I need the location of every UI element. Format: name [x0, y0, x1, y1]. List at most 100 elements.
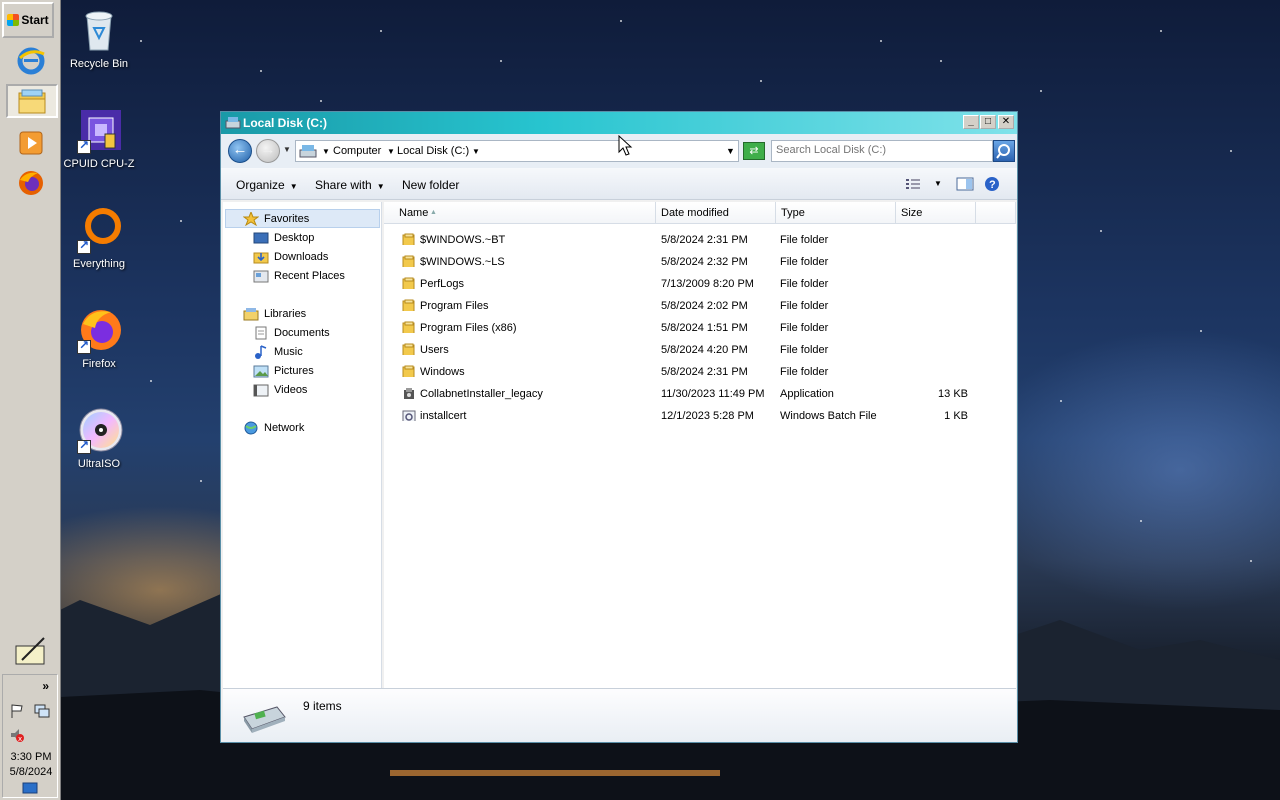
details-pane: 9 items — [223, 688, 1016, 742]
breadcrumb-local-disk[interactable]: Local Disk (C:) — [397, 145, 469, 157]
file-row[interactable]: Program Files (x86) 5/8/2024 1:51 PM File … — [384, 318, 1016, 340]
window-title: Local Disk (C:) — [243, 116, 328, 130]
breadcrumb-computer[interactable]: Computer — [333, 145, 381, 157]
taskbar-pen-tool[interactable] — [14, 634, 48, 668]
maximize-button[interactable]: □ — [980, 115, 996, 129]
navigation-pane: Favorites Desktop Downloads Recent Place… — [223, 202, 382, 688]
file-size: 1 KB — [944, 410, 968, 422]
file-type: File folder — [780, 256, 829, 268]
breadcrumb-chevron-icon[interactable]: ▼ — [387, 147, 395, 156]
column-header-row: Name ▲ Date modified Type Size — [384, 202, 1016, 224]
column-header-name[interactable]: Name ▲ — [384, 202, 656, 224]
refresh-button[interactable]: ⇄ — [743, 142, 765, 160]
search-box[interactable] — [771, 140, 993, 162]
minimize-button[interactable]: _ — [963, 115, 979, 129]
taskbar-media-player[interactable] — [14, 126, 48, 160]
nav-item-recent-places[interactable]: Recent Places — [253, 267, 345, 285]
file-row[interactable]: $WINDOWS.~BT 5/8/2024 2:31 PM File folder — [384, 230, 1016, 252]
action-center-flag-icon[interactable] — [9, 703, 25, 719]
dropdown-arrow-icon: ▼ — [376, 182, 385, 191]
help-icon[interactable]: ? — [984, 176, 1000, 192]
file-row[interactable]: $WINDOWS.~LS 5/8/2024 2:32 PM File folder — [384, 252, 1016, 274]
nav-item-downloads[interactable]: Downloads — [253, 248, 328, 266]
new-folder-button[interactable]: New folder — [402, 178, 459, 192]
nav-label: Libraries — [264, 308, 307, 320]
item-count: 9 items — [303, 699, 342, 713]
star-icon — [243, 212, 259, 226]
organize-button[interactable]: Organize ▼ — [236, 178, 298, 192]
nav-item-music[interactable]: Music — [253, 343, 303, 361]
desktop-icon-everything[interactable]: Everything — [60, 206, 138, 270]
nav-label: Favorites — [264, 213, 310, 225]
column-header-size[interactable]: Size — [896, 202, 976, 224]
nav-item-favorites[interactable]: Favorites — [243, 210, 309, 228]
file-type: Windows Batch File — [780, 410, 877, 422]
back-button[interactable]: ← — [228, 139, 252, 163]
desktop-icon-label: Firefox — [82, 358, 116, 370]
folder-icon — [402, 365, 415, 377]
close-button[interactable]: ✕ — [998, 115, 1014, 129]
file-date-modified: 5/8/2024 2:31 PM — [661, 366, 748, 378]
address-dropdown-icon[interactable]: ▼ — [726, 146, 735, 156]
file-row[interactable]: Program Files 5/8/2024 2:02 PM File folder — [384, 296, 1016, 318]
search-button[interactable] — [993, 140, 1015, 162]
clock-date[interactable]: 5/8/2024 — [3, 766, 59, 778]
clock-time[interactable]: 3:30 PM — [3, 751, 59, 763]
taskbar-internet-explorer[interactable] — [14, 44, 48, 78]
change-view-icon[interactable] — [905, 177, 921, 191]
desktop-icon-firefox[interactable]: Firefox — [60, 306, 138, 370]
preview-pane-icon[interactable] — [956, 177, 974, 191]
documents-icon — [255, 326, 267, 340]
tray-expand-button[interactable]: » — [42, 679, 49, 693]
share-with-button[interactable]: Share with ▼ — [315, 178, 385, 192]
videos-icon — [253, 384, 269, 397]
network-icon[interactable] — [33, 703, 51, 719]
explorer-folder-icon — [18, 89, 46, 114]
file-row[interactable]: Users 5/8/2024 4:20 PM File folder — [384, 340, 1016, 362]
show-desktop-icon[interactable] — [21, 781, 39, 795]
history-dropdown-icon[interactable]: ▼ — [283, 145, 291, 154]
start-button[interactable]: Start — [2, 2, 54, 38]
file-date-modified: 5/8/2024 4:20 PM — [661, 344, 748, 356]
search-input[interactable] — [776, 144, 988, 156]
view-dropdown-icon[interactable]: ▼ — [934, 179, 942, 188]
file-row[interactable]: PerfLogs 7/13/2009 8:20 PM File folder — [384, 274, 1016, 296]
desktop-icon-label: UltraISO — [77, 458, 121, 470]
shortcut-arrow-icon — [77, 238, 91, 254]
nav-item-libraries[interactable]: Libraries — [243, 305, 306, 323]
desktop-icon-recycle-bin[interactable]: Recycle Bin — [60, 6, 138, 70]
nav-label: Recent Places — [274, 270, 345, 282]
breadcrumb-root-chevron-icon[interactable]: ▼ — [322, 147, 330, 156]
nav-item-network[interactable]: Network — [243, 419, 304, 437]
file-name: installcert — [420, 410, 467, 422]
file-row[interactable]: installcert 12/1/2023 5:28 PM Windows Batc… — [384, 406, 1016, 428]
file-row[interactable]: CollabnetInstaller_legacy 11/30/2023 11:4… — [384, 384, 1016, 406]
desktop-icon — [253, 232, 269, 244]
nav-item-videos[interactable]: Videos — [253, 381, 307, 399]
address-box[interactable]: ▼ Computer ▼ Local Disk (C:) ▼ ▼ — [295, 140, 739, 162]
column-header-date-modified[interactable]: Date modified — [656, 202, 776, 224]
nav-item-pictures[interactable]: Pictures — [253, 362, 314, 380]
column-header-type[interactable]: Type — [776, 202, 896, 224]
file-size: 13 KB — [938, 388, 968, 400]
desktop-icon-label: Recycle Bin — [69, 58, 129, 70]
window-titlebar[interactable]: Local Disk (C:) _ □ ✕ — [221, 112, 1017, 134]
taskbar-firefox[interactable] — [14, 166, 48, 200]
volume-muted-icon[interactable]: x — [9, 727, 25, 743]
nav-item-desktop[interactable]: Desktop — [253, 229, 314, 247]
share-with-label: Share with — [315, 178, 372, 192]
desktop-icon-label: CPUID CPU-Z — [63, 158, 135, 170]
folder-icon — [402, 277, 415, 289]
nav-item-documents[interactable]: Documents — [253, 324, 330, 342]
desktop-icon-ultraiso[interactable]: UltraISO — [60, 406, 138, 470]
file-name: Users — [420, 344, 449, 356]
file-type: File folder — [780, 322, 829, 334]
shortcut-arrow-icon — [77, 438, 91, 454]
network-globe-icon — [244, 421, 258, 435]
file-row[interactable]: Windows 5/8/2024 2:31 PM File folder — [384, 362, 1016, 384]
breadcrumb-chevron-icon[interactable]: ▼ — [472, 147, 480, 156]
desktop-icon-cpuz[interactable]: CPUID CPU-Z — [60, 106, 138, 170]
taskbar-explorer[interactable] — [6, 84, 58, 118]
forward-button[interactable]: → — [256, 139, 280, 163]
shortcut-arrow-icon — [77, 338, 91, 354]
